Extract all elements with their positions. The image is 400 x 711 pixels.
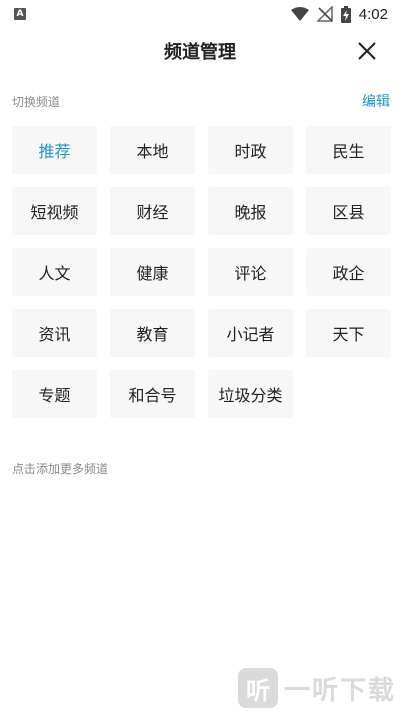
watermark: 听 一听下载 xyxy=(230,665,400,711)
channel-item-politics[interactable]: 时政 xyxy=(208,126,293,174)
status-time: 4:02 xyxy=(358,5,388,23)
channel-item-short-video[interactable]: 短视频 xyxy=(12,187,97,235)
channel-item-livelihood[interactable]: 民生 xyxy=(306,126,391,174)
close-icon xyxy=(358,42,376,60)
channel-item-young-reporter[interactable]: 小记者 xyxy=(208,309,293,357)
channel-grid: 推荐 本地 时政 民生 短视频 财经 晚报 区县 人文 健康 评论 政企 资讯 … xyxy=(12,126,391,418)
channel-item-recommend[interactable]: 推荐 xyxy=(12,126,97,174)
channel-item-local[interactable]: 本地 xyxy=(110,126,195,174)
channel-item-information[interactable]: 资讯 xyxy=(12,309,97,357)
status-right: 4:02 xyxy=(290,5,388,23)
battery-charging-icon xyxy=(340,5,351,23)
channel-item-world[interactable]: 天下 xyxy=(306,309,391,357)
channel-item-culture[interactable]: 人文 xyxy=(12,248,97,296)
close-button[interactable] xyxy=(354,38,380,64)
notification-badge: A xyxy=(14,8,26,20)
wifi-icon xyxy=(290,7,309,21)
channel-item-districts[interactable]: 区县 xyxy=(306,187,391,235)
channel-item-education[interactable]: 教育 xyxy=(110,309,195,357)
watermark-logo: 听 xyxy=(237,668,278,708)
channel-item-commentary[interactable]: 评论 xyxy=(208,248,293,296)
section-header: 切换频道 编辑 xyxy=(12,90,390,112)
status-bar: A 4:02 xyxy=(0,0,400,28)
channel-item-finance[interactable]: 财经 xyxy=(110,187,195,235)
status-left: A xyxy=(14,8,26,20)
add-more-channels-label[interactable]: 点击添加更多频道 xyxy=(12,460,108,477)
channel-item-hehe-account[interactable]: 和合号 xyxy=(110,370,195,418)
section-label: 切换频道 xyxy=(12,94,61,109)
header: 频道管理 xyxy=(0,28,400,74)
channel-item-government[interactable]: 政企 xyxy=(306,248,391,296)
edit-button[interactable]: 编辑 xyxy=(362,91,390,111)
watermark-text: 一听下载 xyxy=(283,675,396,706)
channel-item-evening-news[interactable]: 晚报 xyxy=(208,187,293,235)
channel-item-health[interactable]: 健康 xyxy=(110,248,195,296)
channel-item-waste-sorting[interactable]: 垃圾分类 xyxy=(208,370,293,418)
page-title: 频道管理 xyxy=(164,42,236,63)
no-signal-icon xyxy=(316,6,333,22)
channel-item-special-topics[interactable]: 专题 xyxy=(12,370,97,418)
